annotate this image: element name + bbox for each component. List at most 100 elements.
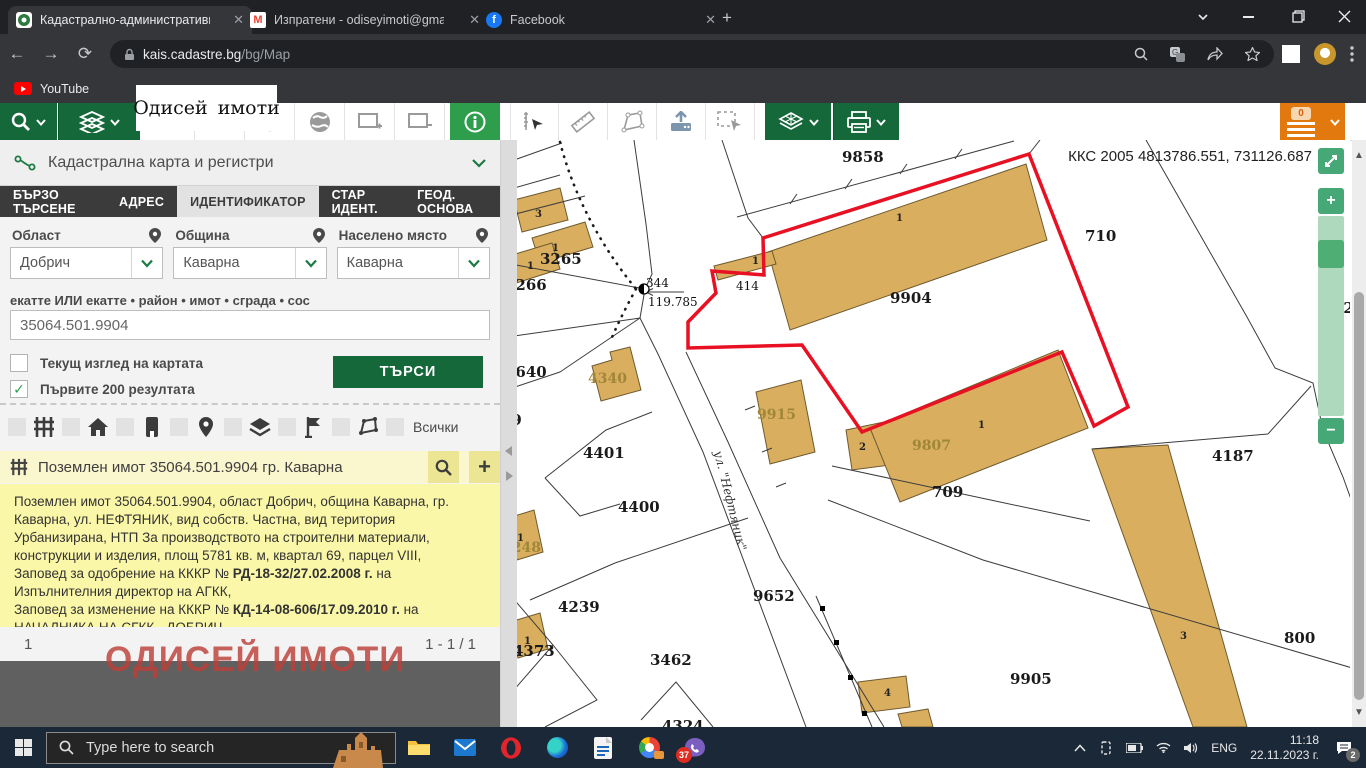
- extension-icon[interactable]: [1282, 45, 1300, 63]
- obshtina-select[interactable]: Каварна: [173, 247, 326, 279]
- tab-close-icon[interactable]: ✕: [705, 12, 716, 28]
- url-field[interactable]: kais.cadastre.bg/bg/Map G: [110, 40, 1274, 68]
- search-tool-button[interactable]: [0, 103, 57, 140]
- menu-dots-icon[interactable]: [1350, 46, 1354, 62]
- mail-icon[interactable]: [442, 727, 488, 768]
- filter-checkbox[interactable]: [8, 418, 26, 436]
- add-result-button[interactable]: +: [469, 451, 500, 483]
- back-icon[interactable]: ←: [0, 44, 34, 64]
- clock[interactable]: 11:18 22.11.2023 г.: [1250, 733, 1319, 763]
- map-pin-icon[interactable]: [313, 228, 325, 243]
- wifi-icon[interactable]: [1156, 742, 1171, 753]
- identify-info-button[interactable]: [450, 103, 500, 140]
- viber-icon[interactable]: 37: [672, 727, 718, 768]
- collapse-left-icon[interactable]: [504, 445, 513, 457]
- battery-icon[interactable]: [1126, 743, 1143, 753]
- tab-identifier[interactable]: ИДЕНТИФИКАТОР: [177, 186, 319, 217]
- flag-icon[interactable]: [303, 416, 325, 438]
- page-number[interactable]: 1: [24, 636, 32, 653]
- full-extent-globe-button[interactable]: [295, 103, 345, 140]
- polygon-icon[interactable]: [357, 416, 379, 438]
- zoom-in-button[interactable]: +: [1318, 188, 1344, 214]
- select-region-button[interactable]: [706, 103, 755, 140]
- opera-icon[interactable]: [488, 727, 534, 768]
- reload-icon[interactable]: ⟳: [68, 44, 102, 64]
- chevron-down-icon[interactable]: [472, 158, 486, 168]
- tab-address[interactable]: АДРЕС: [106, 186, 177, 217]
- tray-expand-icon[interactable]: [1074, 744, 1086, 752]
- edge-icon[interactable]: [534, 727, 580, 768]
- result-row[interactable]: Поземлен имот 35064.501.9904 гр. Каварна…: [0, 451, 500, 483]
- profile-avatar[interactable]: [1314, 43, 1336, 65]
- expand-map-button[interactable]: [1318, 148, 1344, 174]
- phone-link-icon[interactable]: [1099, 741, 1113, 755]
- import-data-button[interactable]: [657, 103, 706, 140]
- filter-checkbox[interactable]: [224, 418, 242, 436]
- filter-checkbox[interactable]: [278, 418, 296, 436]
- page-scrollbar-thumb[interactable]: [1354, 292, 1364, 700]
- filter-all-label[interactable]: Всички: [413, 419, 458, 435]
- translate-icon[interactable]: G: [1170, 47, 1185, 62]
- selection-basket-button[interactable]: 0: [1280, 103, 1345, 140]
- start-button[interactable]: [0, 727, 46, 768]
- zoom-out-button[interactable]: −: [1318, 418, 1344, 444]
- filter-checkbox[interactable]: [332, 418, 350, 436]
- tab-old-ident[interactable]: СТАР ИДЕНТ.: [319, 186, 405, 217]
- zoom-to-result-button[interactable]: [428, 451, 459, 483]
- restore-button[interactable]: [1292, 10, 1305, 28]
- print-button[interactable]: [833, 103, 899, 140]
- minimize-button[interactable]: [1243, 16, 1254, 18]
- filter-checkbox[interactable]: [386, 418, 404, 436]
- building-icon[interactable]: [141, 416, 163, 438]
- measure-area-button[interactable]: [608, 103, 657, 140]
- identifier-input[interactable]: 35064.501.9904: [10, 310, 490, 340]
- grid-parcel-icon[interactable]: [33, 416, 55, 438]
- zoom-out-box-button[interactable]: [395, 103, 445, 140]
- new-tab-button[interactable]: +: [722, 8, 732, 28]
- filter-checkbox[interactable]: [116, 418, 134, 436]
- checkbox-icon[interactable]: ✓: [10, 380, 28, 398]
- map-pin-icon[interactable]: [149, 228, 161, 243]
- layers-icon[interactable]: [249, 416, 271, 438]
- scale-tool-button[interactable]: [510, 103, 559, 140]
- bookmark-youtube[interactable]: YouTube: [40, 82, 89, 96]
- map-pin-icon[interactable]: [476, 228, 488, 243]
- action-center-icon[interactable]: 2: [1332, 736, 1356, 760]
- zoom-in-box-button[interactable]: [345, 103, 395, 140]
- taskbar-search-box[interactable]: Type here to search: [46, 732, 396, 764]
- scroll-up-icon[interactable]: ▲: [1354, 150, 1364, 161]
- tab-search-chevron-icon[interactable]: [1196, 10, 1210, 29]
- scroll-down-icon[interactable]: ▼: [1354, 707, 1364, 718]
- share-icon[interactable]: [1207, 47, 1223, 61]
- checkbox-icon[interactable]: [10, 354, 28, 372]
- bookmark-star-icon[interactable]: [1245, 47, 1260, 61]
- tab-kais[interactable]: Кадастрално-административна ✕: [8, 6, 252, 34]
- search-submit-button[interactable]: ТЪРСИ: [333, 356, 483, 388]
- checkbox-first-200[interactable]: ✓ Първите 200 резултата: [10, 380, 195, 398]
- settlement-select[interactable]: Каварна: [337, 247, 490, 279]
- tab-geod-basis[interactable]: ГЕОД. ОСНОВА: [404, 186, 500, 217]
- sidebar-header[interactable]: Кадастрална карта и регистри: [0, 140, 500, 186]
- layers-tool-button[interactable]: [58, 103, 140, 140]
- tab-gmail[interactable]: M Изпратени - odiseyimoti@gmai ✕: [242, 6, 488, 34]
- checkbox-current-view[interactable]: Текущ изглед на картата: [10, 354, 203, 372]
- expand-right-icon[interactable]: [505, 470, 514, 482]
- house-icon[interactable]: [87, 416, 109, 438]
- tab-facebook[interactable]: f Facebook ✕: [478, 6, 724, 34]
- chrome-icon[interactable]: [626, 727, 672, 768]
- pin-icon[interactable]: [195, 416, 217, 438]
- sidebar-splitter[interactable]: [500, 140, 517, 727]
- search-icon[interactable]: [1134, 47, 1148, 61]
- tab-quick-search[interactable]: БЪРЗО ТЪРСЕНЕ: [0, 186, 106, 217]
- forward-icon[interactable]: →: [34, 44, 68, 64]
- speaker-icon[interactable]: [1184, 742, 1198, 754]
- filter-checkbox[interactable]: [62, 418, 80, 436]
- map-canvas[interactable]: 9858710990432653266964044014400423943733…: [500, 140, 1350, 727]
- filter-checkbox[interactable]: [170, 418, 188, 436]
- zoom-slider-handle[interactable]: [1318, 240, 1344, 268]
- libreoffice-writer-icon[interactable]: [580, 727, 626, 768]
- file-explorer-icon[interactable]: [396, 727, 442, 768]
- oblast-select[interactable]: Добрич: [10, 247, 163, 279]
- language-indicator[interactable]: ENG: [1211, 741, 1237, 755]
- close-button[interactable]: [1338, 10, 1351, 28]
